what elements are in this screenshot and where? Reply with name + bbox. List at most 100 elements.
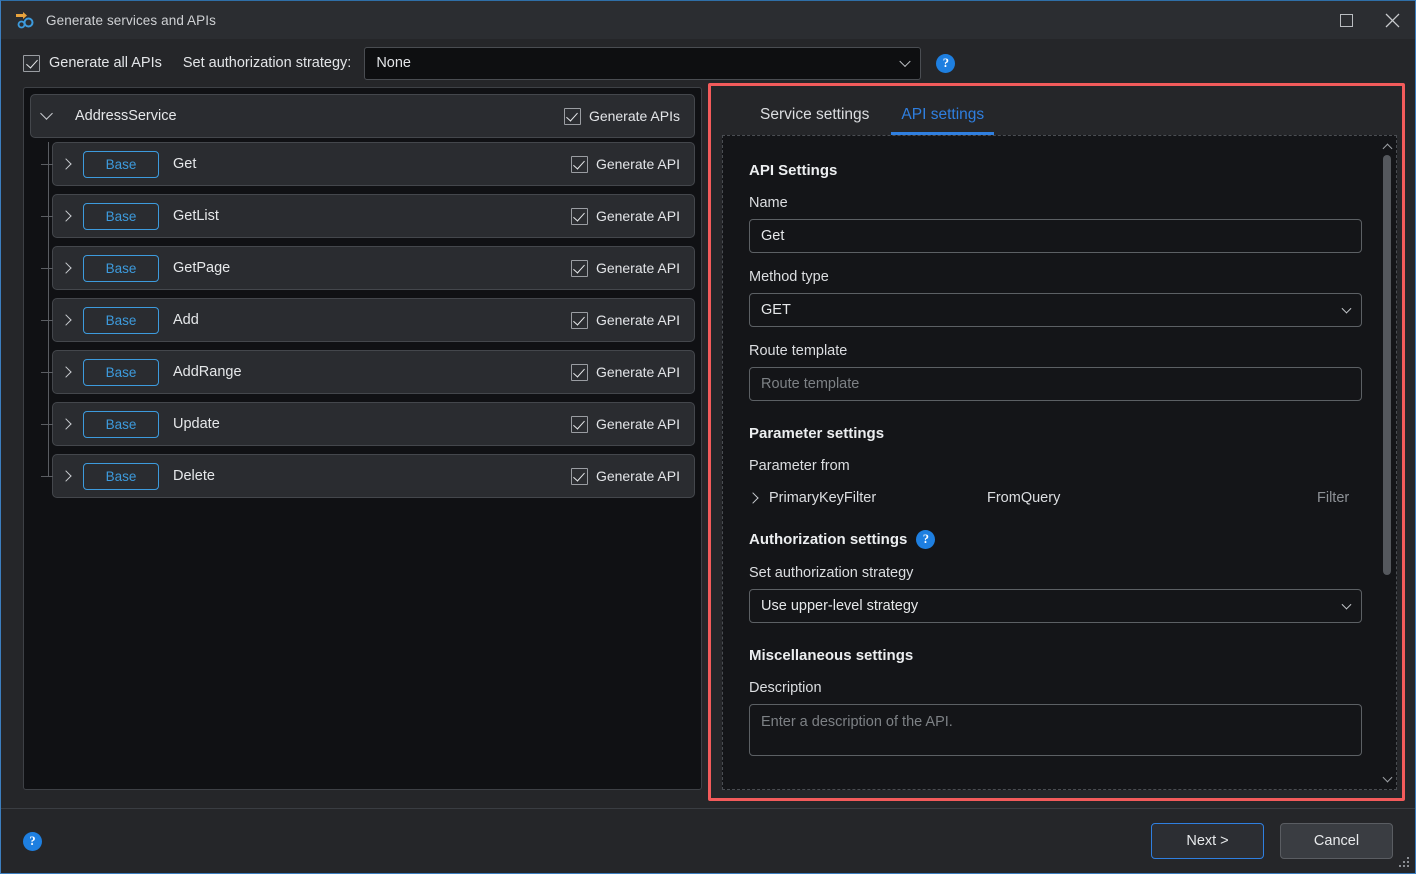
generate-all-apis-checkbox[interactable] <box>23 54 40 72</box>
dialog-body: AddressService Generate APIs Base Get Gene… <box>1 83 1415 801</box>
chevron-right-icon[interactable] <box>747 492 759 504</box>
tree-item[interactable]: Base Delete Generate API <box>41 454 695 498</box>
chevron-down-icon <box>1341 303 1352 314</box>
chevron-right-icon[interactable] <box>53 470 83 482</box>
generate-api-checkbox-group[interactable]: Generate API <box>570 259 680 277</box>
generate-apis-checkbox[interactable] <box>563 107 581 125</box>
generate-api-label: Generate API <box>595 260 680 276</box>
parameter-source: FromQuery <box>987 490 1061 506</box>
generate-api-checkbox-group[interactable]: Generate API <box>570 155 680 173</box>
settings-scrollbar[interactable] <box>1379 137 1395 788</box>
chevron-right-icon[interactable] <box>53 418 83 430</box>
authorization-settings-label: Authorization settings <box>749 531 908 548</box>
settings-pane: Service settings API settings API Settin… <box>708 83 1405 801</box>
method-type-value: GET <box>761 302 791 318</box>
cancel-button[interactable]: Cancel <box>1280 823 1393 859</box>
authorization-strategy-label: Set authorization strategy: <box>182 55 352 71</box>
api-name-label: Delete <box>173 468 215 484</box>
route-template-input[interactable]: Route template <box>749 367 1362 401</box>
name-input[interactable]: Get <box>749 219 1362 253</box>
chevron-right-icon[interactable] <box>53 314 83 326</box>
parameter-kind: Filter <box>1317 490 1350 506</box>
scroll-down-arrow-icon[interactable] <box>1379 770 1395 788</box>
tree-item[interactable]: Base Get Generate API <box>41 142 695 186</box>
maximize-icon[interactable] <box>1323 1 1369 39</box>
api-kind-badge[interactable]: Base <box>83 254 159 282</box>
generate-api-checkbox[interactable] <box>570 363 588 381</box>
scrollbar-thumb[interactable] <box>1383 155 1391 575</box>
top-toolbar: Generate all APIs Set authorization stra… <box>1 39 1415 87</box>
generate-api-checkbox[interactable] <box>570 155 588 173</box>
method-type-label: Method type <box>749 269 829 285</box>
generate-api-label: Generate API <box>595 468 680 484</box>
resize-grip[interactable] <box>1399 857 1411 869</box>
generate-api-checkbox[interactable] <box>570 311 588 329</box>
generate-api-checkbox[interactable] <box>570 207 588 225</box>
service-tree-panel: AddressService Generate APIs Base Get Gene… <box>23 87 702 790</box>
api-kind-badge[interactable]: Base <box>83 306 159 334</box>
tab-api-settings[interactable]: API settings <box>885 106 1000 135</box>
close-icon[interactable] <box>1369 1 1415 39</box>
api-settings-heading: API Settings <box>749 162 838 179</box>
generate-api-checkbox[interactable] <box>570 259 588 277</box>
description-placeholder: Enter a description of the API. <box>761 714 953 730</box>
generate-api-label: Generate API <box>595 364 680 380</box>
parameter-settings-heading: Parameter settings <box>749 425 885 442</box>
generate-all-apis-label: Generate all APIs <box>49 55 162 71</box>
generate-api-label: Generate API <box>595 208 680 224</box>
generate-services-dialog: Generate services and APIs Generate all … <box>0 0 1416 874</box>
set-authorization-strategy-select[interactable]: Use upper-level strategy <box>749 589 1362 623</box>
help-icon-authorization[interactable]: ? <box>916 530 936 549</box>
api-name-label: GetPage <box>173 260 231 276</box>
tree-root-label: AddressService <box>75 108 177 124</box>
route-template-label: Route template <box>749 343 848 359</box>
api-name-label: Add <box>173 312 199 328</box>
scrollbar-track[interactable] <box>1379 155 1395 770</box>
generate-api-checkbox[interactable] <box>570 415 588 433</box>
dialog-footer: ? Next > Cancel <box>1 809 1415 873</box>
description-textarea[interactable]: Enter a description of the API. <box>749 704 1362 756</box>
chevron-right-icon[interactable] <box>53 366 83 378</box>
api-name-label: AddRange <box>173 364 242 380</box>
name-label: Name <box>749 195 788 211</box>
tree-item[interactable]: Base GetList Generate API <box>41 194 695 238</box>
help-icon-footer[interactable]: ? <box>23 831 42 851</box>
api-kind-badge[interactable]: Base <box>83 462 159 490</box>
tab-service-settings[interactable]: Service settings <box>744 106 885 135</box>
tree-item[interactable]: Base Update Generate API <box>41 402 695 446</box>
authorization-strategy-select[interactable]: None <box>364 46 922 80</box>
generate-api-checkbox-group[interactable]: Generate API <box>570 467 680 485</box>
next-button[interactable]: Next > <box>1151 823 1264 859</box>
chevron-down-icon[interactable] <box>31 106 61 121</box>
generate-api-checkbox-group[interactable]: Generate API <box>570 363 680 381</box>
chevron-down-icon <box>899 55 911 68</box>
api-name-label: Get <box>173 156 197 172</box>
misc-settings-heading: Miscellaneous settings <box>749 647 914 664</box>
chevron-right-icon[interactable] <box>53 210 83 222</box>
api-kind-badge[interactable]: Base <box>83 202 159 230</box>
name-input-value: Get <box>761 228 785 244</box>
chevron-right-icon[interactable] <box>53 262 83 274</box>
description-label: Description <box>749 680 822 696</box>
generate-api-checkbox-group[interactable]: Generate API <box>570 311 680 329</box>
chevron-right-icon[interactable] <box>53 158 83 170</box>
tree-item[interactable]: Base GetPage Generate API <box>41 246 695 290</box>
method-type-select[interactable]: GET <box>749 293 1362 327</box>
settings-tabs: Service settings API settings <box>722 87 1397 135</box>
generate-api-checkbox-group[interactable]: Generate API <box>570 207 680 225</box>
api-settings-panel: API Settings Name Get Method type GET Ro… <box>722 135 1397 790</box>
scroll-up-arrow-icon[interactable] <box>1379 137 1395 155</box>
api-kind-badge[interactable]: Base <box>83 150 159 178</box>
parameter-row[interactable]: PrimaryKeyFilter FromQuery Filter <box>747 490 1362 506</box>
generate-apis-checkbox-group[interactable]: Generate APIs <box>563 107 680 125</box>
api-kind-badge[interactable]: Base <box>83 410 159 438</box>
generate-api-checkbox[interactable] <box>570 467 588 485</box>
help-icon-top[interactable]: ? <box>936 53 956 73</box>
generate-api-checkbox-group[interactable]: Generate API <box>570 415 680 433</box>
generate-api-label: Generate API <box>595 312 680 328</box>
api-name-label: Update <box>173 416 220 432</box>
tree-root-addressservice[interactable]: AddressService Generate APIs <box>30 94 695 138</box>
api-kind-badge[interactable]: Base <box>83 358 159 386</box>
tree-item[interactable]: Base Add Generate API <box>41 298 695 342</box>
tree-item[interactable]: Base AddRange Generate API <box>41 350 695 394</box>
